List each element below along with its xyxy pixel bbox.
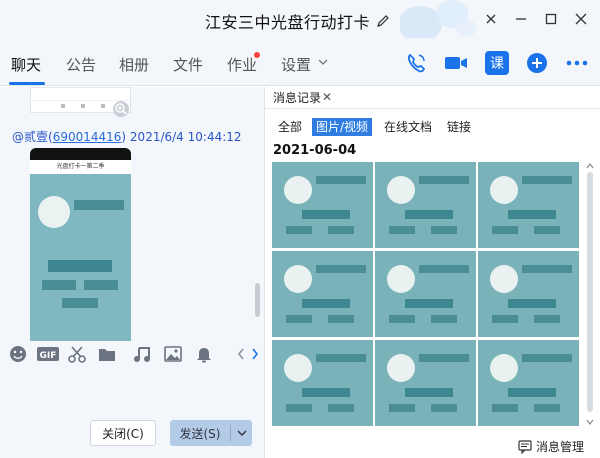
title-bar: 江安三中光盘行动打卡	[0, 0, 600, 38]
media-thumbnail[interactable]	[272, 162, 373, 248]
message-sender[interactable]: @贰壹(690014416) 2021/6/4 10:44:12	[12, 128, 242, 145]
media-thumbnail[interactable]	[478, 251, 579, 337]
media-thumbnail[interactable]	[478, 340, 579, 426]
media-thumbnail[interactable]	[375, 340, 476, 426]
history-tab-line	[265, 108, 600, 109]
image-message-screenshot[interactable]: 光盘打卡一第二季	[30, 148, 131, 341]
media-grid	[272, 162, 582, 428]
tab-chat[interactable]: 聊天	[11, 54, 41, 75]
send-label[interactable]: 发送(S)	[170, 425, 230, 442]
media-thumbnail[interactable]	[272, 340, 373, 426]
sender-name[interactable]: @贰壹	[12, 130, 48, 144]
tab-announcement[interactable]: 公告	[66, 54, 96, 75]
message-manager-label[interactable]: 消息管理	[536, 438, 584, 455]
folder-icon[interactable]	[98, 345, 116, 363]
message-manager-icon	[518, 439, 532, 454]
tab-album[interactable]: 相册	[119, 54, 149, 75]
close-history-icon[interactable]: ✕	[322, 90, 332, 104]
subtab-all[interactable]: 全部	[278, 118, 302, 136]
chevron-left-icon[interactable]	[236, 345, 246, 363]
send-options-chevron-icon[interactable]	[231, 429, 252, 437]
video-call-icon[interactable]	[444, 51, 468, 75]
maximize-button[interactable]	[538, 8, 564, 30]
bell-icon[interactable]	[195, 345, 213, 363]
scissors-icon[interactable]	[68, 345, 86, 363]
history-tab[interactable]: 消息记录	[273, 89, 321, 106]
more-icon[interactable]	[565, 51, 589, 75]
music-icon[interactable]	[133, 345, 151, 363]
close-window-button[interactable]	[568, 8, 594, 30]
pin-icon[interactable]	[478, 8, 504, 30]
sender-id[interactable]: 690014416	[53, 130, 122, 144]
edit-icon[interactable]	[376, 14, 390, 28]
media-thumbnail[interactable]	[375, 251, 476, 337]
minimize-button[interactable]	[508, 8, 534, 30]
send-button[interactable]: 发送(S)	[170, 420, 252, 446]
chevron-down-icon[interactable]	[318, 58, 328, 66]
svg-text:GIF: GIF	[40, 351, 57, 361]
message-timestamp: 2021/6/4 10:44:12	[129, 130, 242, 144]
add-circle-icon[interactable]	[525, 51, 549, 75]
media-thumbnail[interactable]	[478, 162, 579, 248]
chat-messages[interactable]: @贰壹(690014416) 2021/6/4 10:44:12 光盘打卡一第二…	[0, 87, 264, 341]
compose-toolbar: GIF	[0, 341, 264, 367]
subtab-links[interactable]: 链接	[447, 118, 471, 136]
media-thumbnail[interactable]	[272, 251, 373, 337]
close-button[interactable]: 关闭(C)	[90, 420, 156, 446]
tab-settings[interactable]: 设置	[281, 54, 311, 75]
history-date: 2021-06-04	[273, 143, 357, 158]
zoom-in-icon[interactable]	[112, 100, 130, 118]
decor-bubbles	[400, 0, 476, 38]
image-icon[interactable]	[164, 345, 182, 363]
active-tab-indicator	[9, 82, 45, 85]
tab-files[interactable]: 文件	[173, 54, 203, 75]
gif-icon[interactable]: GIF	[37, 345, 59, 363]
tab-homework[interactable]: 作业	[227, 54, 257, 75]
voice-call-icon[interactable]	[404, 51, 428, 75]
phone-header: 光盘打卡一第二季	[30, 160, 131, 174]
message-manager[interactable]: 消息管理	[518, 438, 584, 455]
media-thumbnail[interactable]	[375, 162, 476, 248]
history-scrollbar[interactable]	[584, 162, 596, 428]
chat-scrollbar[interactable]	[255, 283, 260, 317]
subtab-media[interactable]: 图片/视频	[312, 118, 373, 136]
notification-dot	[254, 52, 260, 58]
window-title: 江安三中光盘行动打卡	[205, 13, 371, 32]
emoji-icon[interactable]	[9, 345, 27, 363]
course-button[interactable]: 课	[485, 51, 509, 75]
subtab-docs[interactable]: 在线文档	[384, 118, 432, 136]
chevron-right-icon[interactable]	[250, 345, 260, 363]
